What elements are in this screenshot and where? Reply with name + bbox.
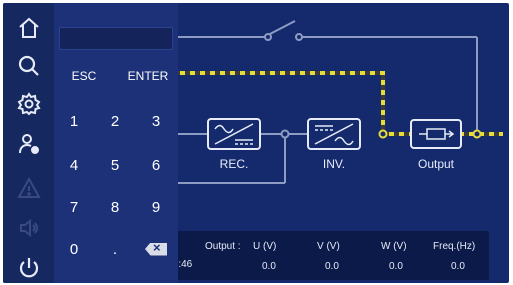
key-9[interactable]: 9 (140, 190, 172, 224)
rec-label: REC. (219, 157, 249, 171)
side-menu (3, 3, 55, 283)
speaker-icon (20, 218, 38, 238)
bypass-switch-blade (267, 20, 296, 36)
search-button[interactable] (11, 49, 47, 83)
backspace-key[interactable]: × (140, 232, 172, 266)
header-freq: Freq.(Hz) (433, 241, 476, 252)
key-decimal[interactable]: . (99, 232, 131, 266)
key-4[interactable]: 4 (58, 148, 90, 182)
header-w: W (V) (381, 241, 407, 252)
output-status-panel: ):46 Output : U (V) V (V) W (V) Freq.(Hz… (161, 231, 489, 280)
key-5[interactable]: 5 (99, 148, 131, 182)
mute-button[interactable] (11, 211, 47, 245)
bypass-switch-node-right (295, 33, 303, 41)
output-caption: Output : (205, 241, 241, 252)
inv-label: INV. (322, 157, 346, 171)
gear-icon (17, 92, 41, 116)
output-label: Output (417, 157, 455, 171)
header-v: V (V) (317, 241, 340, 252)
output-node-left (378, 129, 388, 139)
home-icon (19, 17, 39, 38)
key-0[interactable]: 0 (58, 232, 90, 266)
alarm-button[interactable] (11, 171, 47, 205)
bypass-switch-node-left (264, 33, 272, 41)
settings-button[interactable] (11, 87, 47, 121)
key-8[interactable]: 8 (99, 190, 131, 224)
header-u: U (V) (253, 241, 277, 252)
value-w: 0.0 (389, 261, 403, 272)
output-node-right (472, 129, 482, 139)
esc-key[interactable]: ESC (58, 59, 110, 93)
user-settings-icon (19, 134, 39, 154)
power-icon (19, 258, 39, 278)
output-block (410, 119, 462, 149)
backspace-symbol: × (153, 239, 161, 255)
ups-screen: REC. INV. Output ):46 Output : U (V) V (… (3, 3, 509, 283)
user-settings-button[interactable] (11, 127, 47, 161)
inverter-block (307, 118, 361, 150)
power-button[interactable] (11, 251, 47, 283)
key-1[interactable]: 1 (58, 104, 90, 138)
rectifier-block (207, 118, 261, 150)
numeric-keypad: ESC ENTER 1 2 3 4 5 6 7 8 9 0 . × (54, 3, 178, 283)
search-icon (18, 55, 39, 76)
dc-bus-node (280, 129, 290, 139)
warning-icon (17, 176, 41, 198)
key-7[interactable]: 7 (58, 190, 90, 224)
value-freq: 0.0 (451, 261, 465, 272)
key-3[interactable]: 3 (140, 104, 172, 138)
backspace-icon: × (145, 239, 167, 256)
key-6[interactable]: 6 (140, 148, 172, 182)
value-v: 0.0 (325, 261, 339, 272)
value-u: 0.0 (262, 261, 276, 272)
enter-key[interactable]: ENTER (118, 59, 178, 93)
home-button[interactable] (11, 11, 47, 45)
key-2[interactable]: 2 (99, 104, 131, 138)
keypad-entry-field[interactable] (59, 27, 173, 50)
